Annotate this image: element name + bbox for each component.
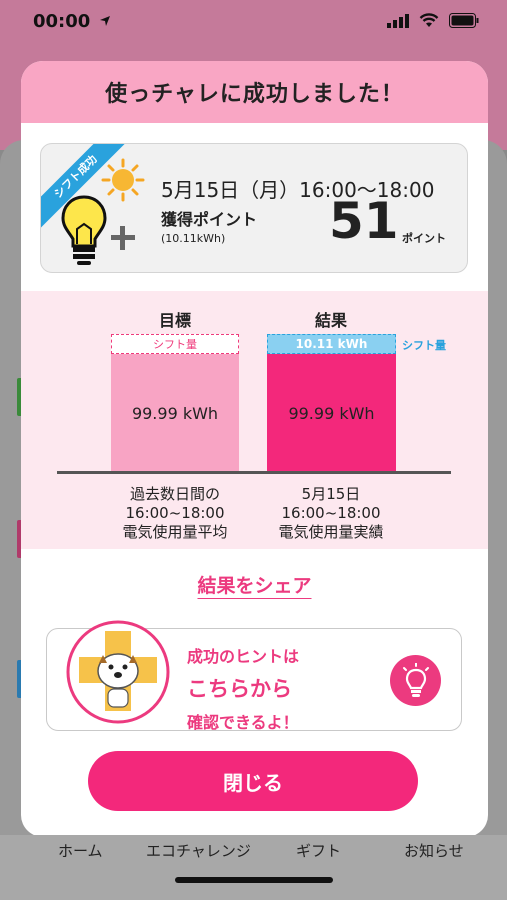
lightbulb-icon xyxy=(61,195,107,265)
target-caption-line: 過去数日間の xyxy=(129,485,220,503)
target-heading: 目標 xyxy=(158,311,191,330)
modal-title: 使っチャレに成功しました！ xyxy=(105,82,404,107)
plus-icon xyxy=(111,226,135,250)
success-modal: 使っチャレに成功しました！ シフト成功 5月15日（月）16:00〜18:00 … xyxy=(21,61,488,837)
earned-points-label: 獲得ポイント xyxy=(161,210,258,229)
target-caption-line: 電気使用量平均 xyxy=(122,523,228,541)
result-bar: 99.99 kWh xyxy=(267,354,396,472)
result-caption-line: 16:00~18:00 xyxy=(281,504,381,522)
result-shift-side-label: シフト量 xyxy=(402,339,446,352)
home-indicator xyxy=(175,877,333,883)
tab-bar: ホーム エコチャレンジ ギフト お知らせ xyxy=(0,835,507,900)
target-bar: 99.99 kWh xyxy=(111,354,239,472)
tab-gift[interactable]: ギフト xyxy=(296,840,341,861)
result-heading: 結果 xyxy=(314,311,347,330)
location-arrow-icon xyxy=(99,16,110,26)
tab-home[interactable]: ホーム xyxy=(58,840,103,861)
result-shift-value: 10.11 kWh xyxy=(267,334,396,354)
status-time: 00:00 xyxy=(33,11,111,32)
tab-notifications[interactable]: お知らせ xyxy=(404,840,464,861)
result-caption-line: 5月15日 xyxy=(301,485,361,503)
hint-line-2: こちらから xyxy=(187,677,292,701)
hint-card[interactable]: 成功のヒントは こちらから 確認できるよ！ xyxy=(46,620,462,733)
target-shift-label: シフト量 xyxy=(111,334,239,354)
target-bar-value: 99.99 kWh xyxy=(131,403,219,423)
hint-line-1: 成功のヒントは xyxy=(187,647,300,666)
modal-header: 使っチャレに成功しました！ xyxy=(21,61,488,123)
result-caption: 5月15日 16:00~18:00 電気使用量実績 xyxy=(241,485,421,542)
status-icons xyxy=(387,13,479,28)
target-caption: 過去数日間の 16:00~18:00 電気使用量平均 xyxy=(85,485,265,542)
share-result-label[interactable]: 結果をシェア xyxy=(197,575,311,597)
tab-eco-challenge[interactable]: エコチャレンジ xyxy=(146,840,251,861)
target-caption-line: 16:00~18:00 xyxy=(125,504,225,522)
hint-text: 成功のヒントは こちらから 確認できるよ！ xyxy=(187,643,299,733)
hint-bulb-button[interactable] xyxy=(390,655,441,706)
hint-lightbulb-icon xyxy=(402,662,429,697)
earned-points-value: 51 xyxy=(329,192,399,250)
points-unit: ポイント xyxy=(402,232,446,245)
result-caption-line: 電気使用量実績 xyxy=(278,523,384,541)
result-bar-value: 99.99 kWh xyxy=(288,403,375,423)
signal-icon xyxy=(387,13,409,28)
close-button[interactable]: 閉じる xyxy=(88,751,418,811)
shift-kwh-note: (10.11kWh) xyxy=(161,232,226,245)
comparison-chart: 目標 結果 シフト量 10.11 kWh シフト量 99.99 kWh 99.9… xyxy=(21,291,488,549)
wifi-icon xyxy=(419,13,439,27)
share-result-link[interactable]: 結果をシェア xyxy=(21,571,488,598)
chart-baseline xyxy=(57,471,451,474)
mascot-dog-icon xyxy=(66,620,170,724)
point-card: シフト成功 5月15日（月）16:00〜18:00 獲得ポイント (10.11k… xyxy=(40,143,468,273)
hint-line-3: 確認できるよ！ xyxy=(187,713,299,732)
battery-icon xyxy=(449,13,479,28)
